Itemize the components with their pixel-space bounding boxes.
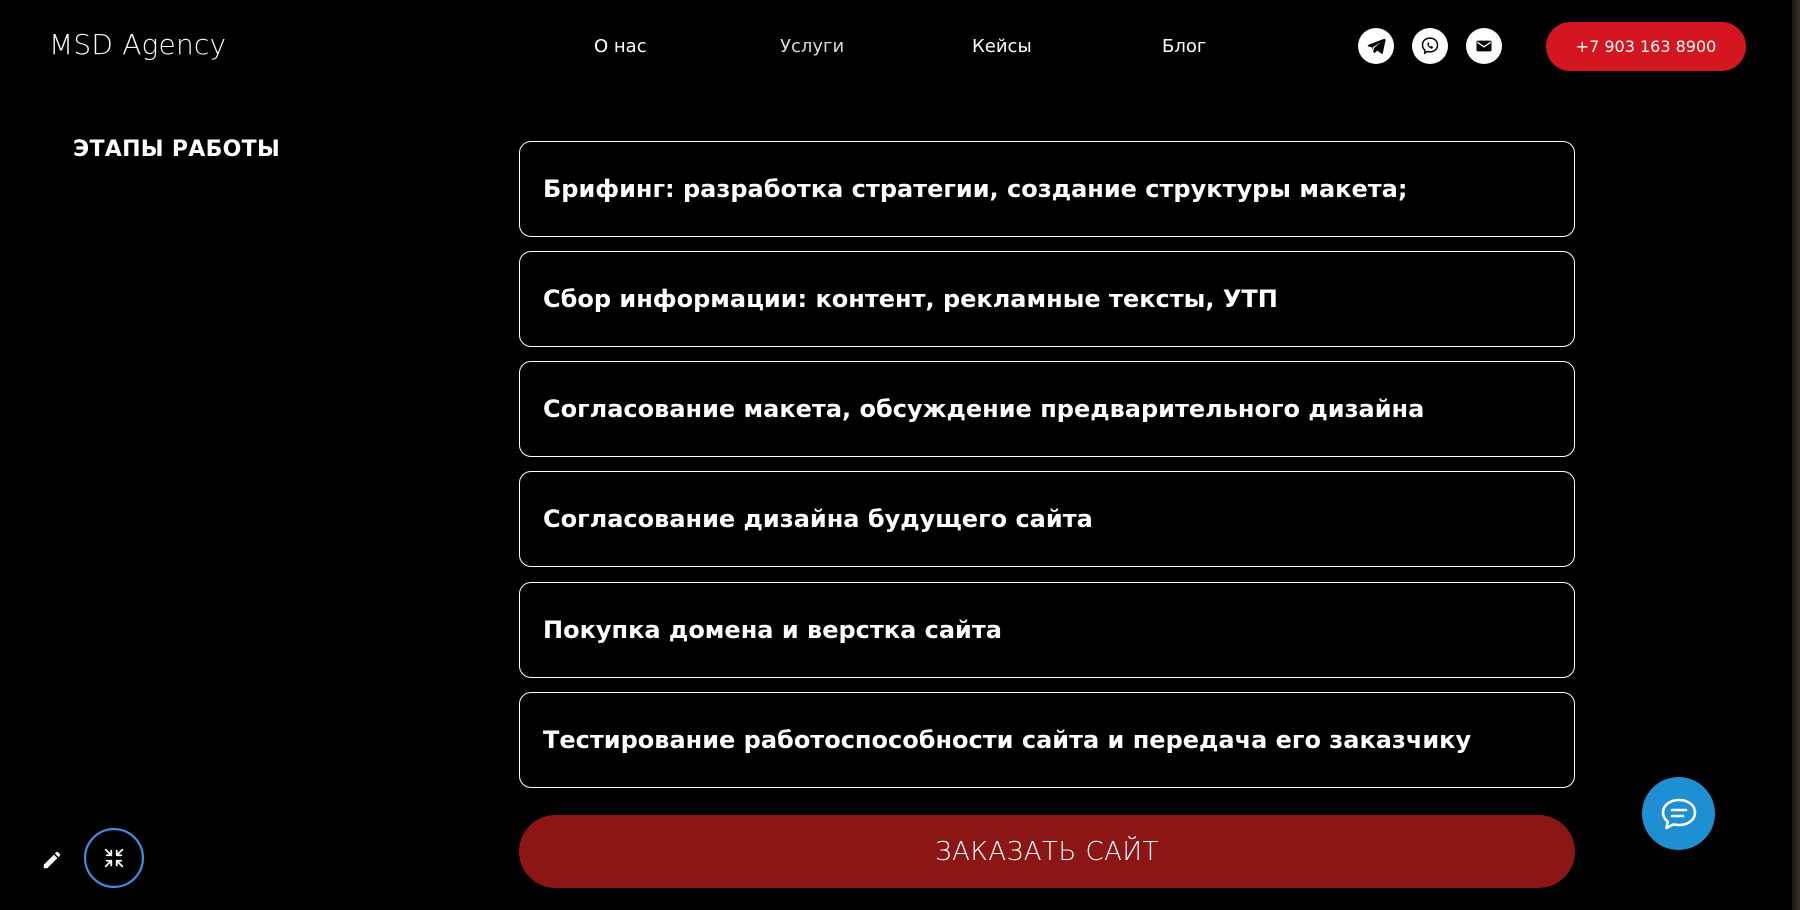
step-item: Брифинг: разработка стратегии, создание … xyxy=(519,141,1575,237)
telegram-button[interactable] xyxy=(1358,28,1394,64)
step-item: Согласование макета, обсуждение предвари… xyxy=(519,361,1575,457)
step-item: Покупка домена и верстка сайта xyxy=(519,582,1575,678)
step-item: Согласование дизайна будущего сайта xyxy=(519,471,1575,567)
edit-button[interactable] xyxy=(40,848,64,872)
logo[interactable]: MSD Agency xyxy=(49,28,226,61)
viber-button[interactable] xyxy=(1412,28,1448,64)
pencil-icon xyxy=(43,851,61,869)
step-text: Сбор информации: контент, рекламные текс… xyxy=(543,285,1278,313)
mail-icon xyxy=(1476,40,1492,52)
step-item: Сбор информации: контент, рекламные текс… xyxy=(519,251,1575,347)
nav-link-about[interactable]: О нас xyxy=(594,36,647,57)
minimize-button[interactable] xyxy=(84,828,144,888)
right-edge-strip xyxy=(1792,0,1800,910)
chat-button[interactable] xyxy=(1642,777,1715,850)
step-item: Тестирование работоспособности сайта и п… xyxy=(519,692,1575,788)
telegram-icon xyxy=(1367,38,1386,54)
phone-button[interactable]: +7 903 163 8900 xyxy=(1546,22,1746,71)
nav-link-blog[interactable]: Блог xyxy=(1162,36,1206,57)
section-title: ЭТАПЫ РАБОТЫ xyxy=(73,137,281,162)
step-text: Брифинг: разработка стратегии, создание … xyxy=(543,175,1408,203)
collapse-icon xyxy=(104,848,124,868)
order-site-button[interactable]: ЗАКАЗАТЬ САЙТ xyxy=(519,815,1575,888)
step-text: Согласование дизайна будущего сайта xyxy=(543,505,1093,533)
step-text: Согласование макета, обсуждение предвари… xyxy=(543,395,1425,423)
viber-icon xyxy=(1421,37,1439,55)
step-text: Тестирование работоспособности сайта и п… xyxy=(543,726,1472,754)
mail-button[interactable] xyxy=(1466,28,1502,64)
chat-bubble-icon xyxy=(1661,798,1696,829)
step-text: Покупка домена и верстка сайта xyxy=(543,616,1002,644)
site-header: MSD Agency О нас Услуги Кейсы Блог +7 90… xyxy=(0,0,1792,94)
nav-link-services[interactable]: Услуги xyxy=(780,36,844,57)
nav-link-cases[interactable]: Кейсы xyxy=(972,36,1032,57)
